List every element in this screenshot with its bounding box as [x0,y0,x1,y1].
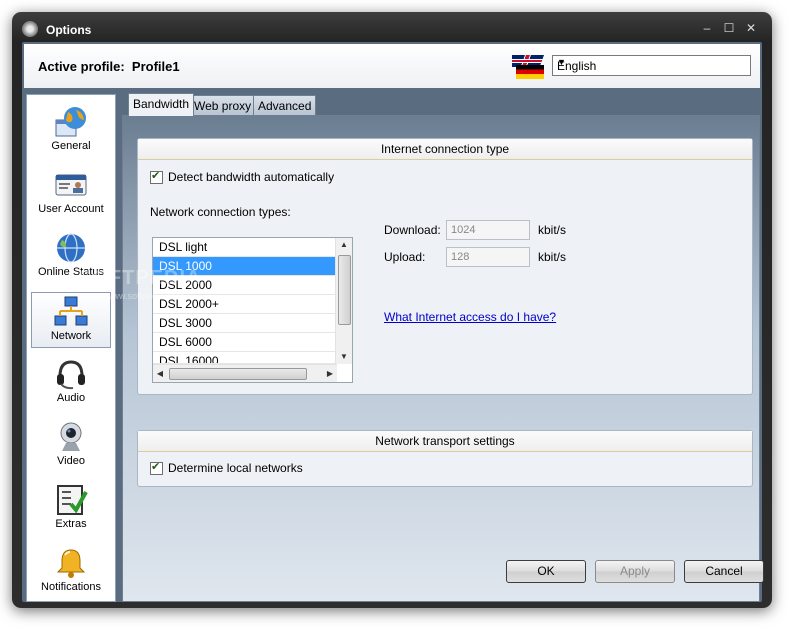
active-profile: Active profile: Profile1 [38,59,180,74]
sidebar-item-label: Audio [56,392,86,404]
tab-web-proxy[interactable]: Web proxy [189,95,257,115]
download-unit: kbit/s [538,223,567,237]
scroll-up-icon[interactable]: ▲ [336,238,352,252]
active-profile-label: Active profile: [38,59,125,74]
client-area: Active profile: Profile1 English ▼ Gener… [22,42,764,602]
network-icon [54,296,88,326]
settings-content: Bandwidth Web proxy Advanced Internet co… [122,93,760,602]
maximize-button[interactable]: ☐ [722,21,736,35]
globe-icon [57,233,85,263]
list-item[interactable]: DSL 3000 [153,314,337,333]
sidebar-item-label: User Account [38,203,104,215]
horizontal-scrollbar[interactable]: ◀ ▶ [153,364,337,382]
sidebar-item-video[interactable]: Video [31,418,111,474]
chevron-down-icon: ▼ [557,57,566,67]
checkbox-checked-icon [150,460,163,475]
upload-field[interactable]: 128 [446,247,530,267]
sidebar-item-notifications[interactable]: Notifications [31,544,111,600]
active-profile-name: Profile1 [131,59,180,74]
network-transport-group: Network transport settings Determine loc… [137,430,753,487]
internet-connection-group: Internet connection type Detect bandwidt… [137,138,753,395]
language-select[interactable]: English ▼ [552,55,751,76]
determine-local-networks-label: Determine local networks [168,461,303,475]
vertical-scrollbar[interactable]: ▲ ▼ [335,238,352,364]
scroll-thumb[interactable] [169,368,307,380]
sidebar-item-label: Extras [55,518,87,530]
bell-icon [56,549,86,578]
globe-window-icon [55,107,86,137]
upload-unit: kbit/s [538,250,567,264]
internet-access-help-link[interactable]: What Internet access do I have? [384,310,556,324]
group-title: Internet connection type [138,139,752,160]
webcam-icon [60,422,82,451]
sidebar-item-audio[interactable]: Audio [31,355,111,411]
upload-label: Upload: [384,250,426,264]
uk-de-flag-icon [512,55,544,79]
sidebar-item-general[interactable]: General [31,103,111,159]
list-item[interactable]: DSL light [153,238,337,257]
checklist-icon [57,485,88,515]
detect-bandwidth-label: Detect bandwidth automatically [168,170,335,184]
options-window: Options – ☐ ✕ Active profile: Profile1 E… [12,12,772,608]
window-title: Options [46,23,92,37]
list-item[interactable]: DSL 16000 [153,352,337,364]
list-item[interactable]: DSL 6000 [153,333,337,352]
watermark-subtext: www.softpedia.com [106,291,184,301]
watermark-text: SOFTPEDIA [78,267,202,289]
sidebar-item-label: General [51,140,91,152]
sidebar-item-user-account[interactable]: User Account [31,166,111,222]
id-card-icon [55,174,87,196]
detect-bandwidth-checkbox[interactable]: Detect bandwidth automatically [150,169,335,184]
bandwidth-panel: Internet connection type Detect bandwidt… [122,115,760,602]
connection-types-label: Network connection types: [150,205,291,219]
ok-button[interactable]: OK [506,560,586,583]
group-title: Network transport settings [138,431,752,452]
tab-bandwidth[interactable]: Bandwidth [128,93,195,116]
scroll-down-icon[interactable]: ▼ [336,350,352,364]
apply-button[interactable]: Apply [595,560,675,583]
download-field[interactable]: 1024 [446,220,530,240]
download-label: Download: [384,223,441,237]
scroll-right-icon[interactable]: ▶ [323,365,337,382]
checkbox-checked-icon [150,169,163,184]
headset-icon [57,360,85,390]
sidebar-item-label: Notifications [41,581,101,593]
sidebar-item-label: Network [50,330,92,342]
determine-local-networks-checkbox[interactable]: Determine local networks [150,460,303,475]
close-button[interactable]: ✕ [744,21,758,35]
title-bar[interactable]: Options – ☐ ✕ [12,12,772,44]
profile-header: Active profile: Profile1 English ▼ [24,44,760,88]
tab-advanced[interactable]: Advanced [253,95,317,115]
sidebar-item-label: Video [57,455,85,467]
sidebar-item-extras[interactable]: Extras [31,481,111,537]
sidebar-item-network[interactable]: Network [31,292,111,348]
scroll-left-icon[interactable]: ◀ [153,365,167,382]
minimize-button[interactable]: – [700,21,714,35]
category-sidebar: General User Account Online Status Netwo… [26,94,116,602]
scroll-thumb[interactable] [338,255,351,325]
connection-types-list[interactable]: DSL light DSL 1000 DSL 2000 DSL 2000+ DS… [152,237,353,383]
cancel-button[interactable]: Cancel [684,560,764,583]
gear-icon [22,21,38,37]
